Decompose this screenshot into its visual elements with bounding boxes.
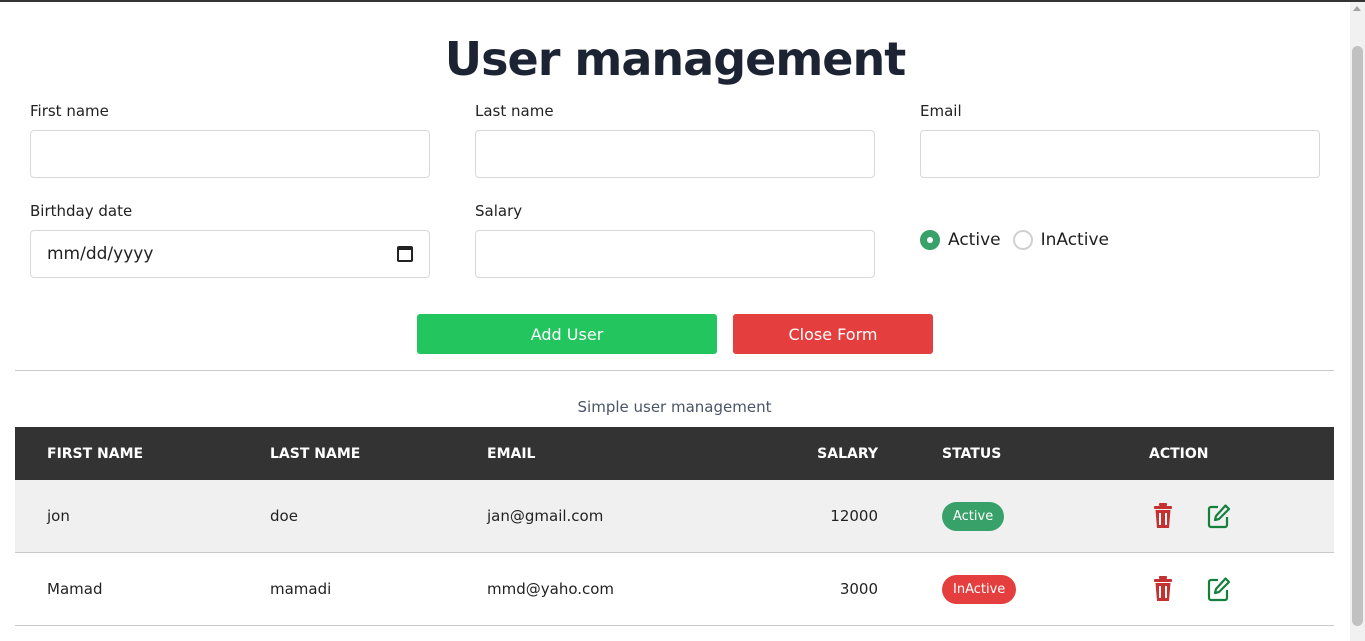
divider <box>15 370 1334 371</box>
email-input[interactable] <box>920 130 1320 178</box>
add-user-button[interactable]: Add User <box>417 314 717 354</box>
cell-action <box>1149 553 1231 625</box>
radio-active-label: Active <box>948 230 1001 250</box>
trash-icon[interactable] <box>1151 576 1175 602</box>
cell-salary: 12000 <box>830 507 878 525</box>
radio-active[interactable]: Active <box>920 230 1001 250</box>
cell-first-name: Mamad <box>47 580 103 598</box>
edit-icon[interactable] <box>1207 576 1231 602</box>
cell-status: InActive <box>942 553 1017 625</box>
first-name-label: First name <box>30 102 109 120</box>
radio-inactive[interactable]: InActive <box>1012 230 1109 250</box>
scrollbar-thumb[interactable] <box>1352 46 1363 626</box>
salary-label: Salary <box>475 202 523 220</box>
first-name-input[interactable] <box>30 130 430 178</box>
radio-active-button[interactable] <box>920 230 940 250</box>
cell-last-name: mamadi <box>270 580 332 598</box>
table-row: Mamad mamadi mmd@yaho.com 3000 InActive <box>15 553 1334 626</box>
edit-icon[interactable] <box>1207 503 1231 529</box>
birthday-date-input[interactable]: mm/dd/yyyy <box>30 230 430 278</box>
radio-inactive-button[interactable] <box>1012 230 1033 250</box>
cell-salary: 3000 <box>839 580 878 598</box>
birthday-placeholder: mm/dd/yyyy <box>47 244 154 264</box>
page: User management First name Last name Ema… <box>0 2 1350 641</box>
page-title: User management <box>444 32 906 86</box>
birthday-label: Birthday date <box>30 202 133 220</box>
vertical-scrollbar[interactable] <box>1350 2 1365 641</box>
header-action: ACTION <box>1149 445 1209 462</box>
cell-first-name: jon <box>47 507 70 525</box>
radio-inactive-label: InActive <box>1040 230 1109 250</box>
table-caption: Simple user management <box>577 398 772 416</box>
trash-icon[interactable] <box>1151 503 1175 529</box>
table-row: jon doe jan@gmail.com 12000 Active <box>15 480 1334 553</box>
cell-action <box>1149 480 1231 552</box>
cell-status: Active <box>942 480 1005 552</box>
salary-input[interactable] <box>475 230 875 278</box>
last-name-input[interactable] <box>475 130 875 178</box>
header-first-name: FIRST NAME <box>47 445 144 462</box>
status-badge: Active <box>942 501 1005 531</box>
email-label: Email <box>920 102 962 120</box>
last-name-label: Last name <box>475 102 554 120</box>
scroll-up-arrow-icon[interactable] <box>1353 6 1361 11</box>
table-header: FIRST NAME LAST NAME EMAIL SALARY STATUS… <box>15 427 1334 480</box>
status-radio-group: Active InActive <box>920 230 1121 250</box>
cell-last-name: doe <box>270 507 298 525</box>
header-last-name: LAST NAME <box>270 445 361 462</box>
close-form-button[interactable]: Close Form <box>733 314 933 354</box>
calendar-icon[interactable] <box>397 246 413 262</box>
header-email: EMAIL <box>487 445 536 462</box>
users-table: FIRST NAME LAST NAME EMAIL SALARY STATUS… <box>15 427 1334 626</box>
cell-email: mmd@yaho.com <box>487 580 615 598</box>
header-salary: SALARY <box>817 445 878 462</box>
status-badge: InActive <box>942 574 1017 604</box>
header-status: STATUS <box>942 445 1002 462</box>
cell-email: jan@gmail.com <box>487 507 604 525</box>
